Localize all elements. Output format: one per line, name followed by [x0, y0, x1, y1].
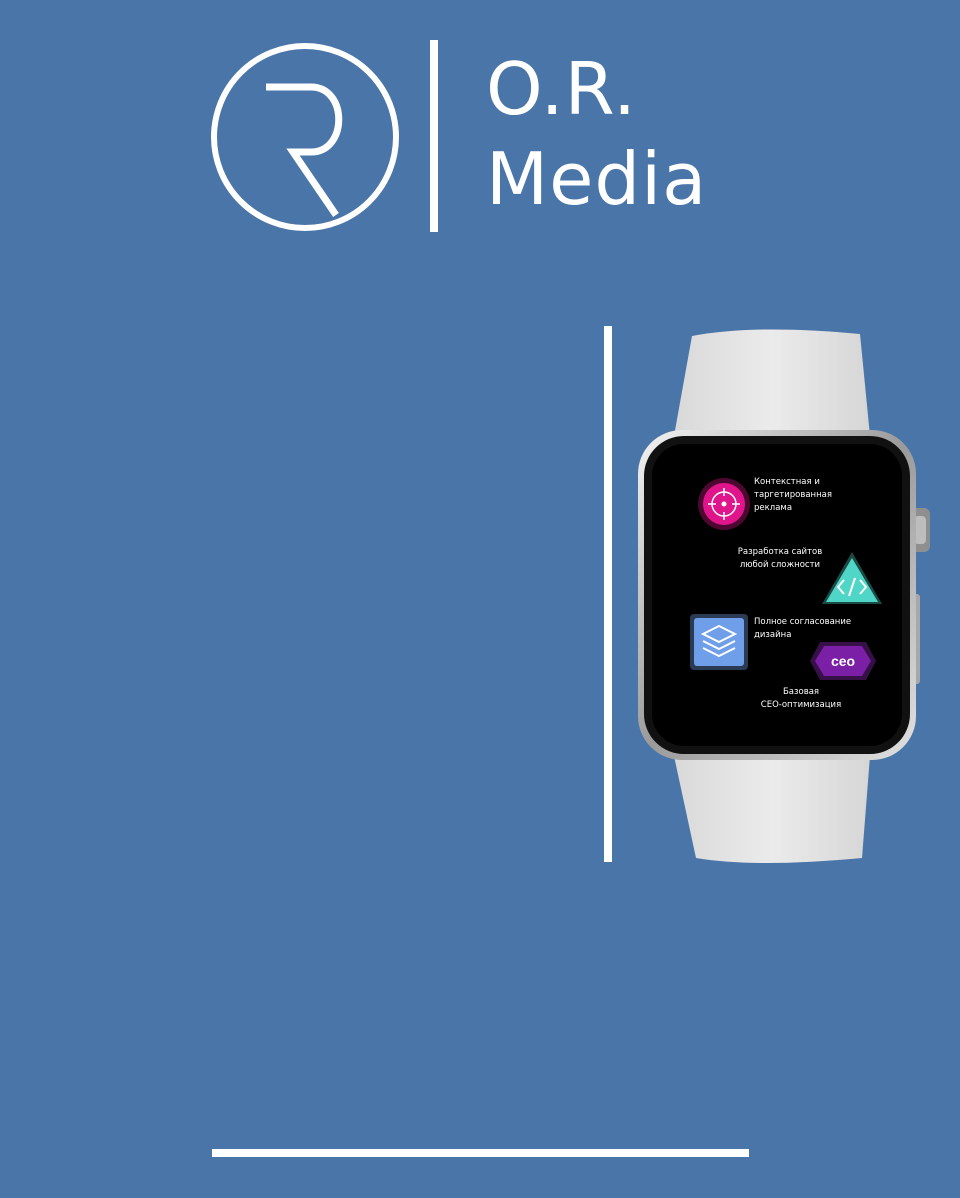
- vertical-divider: [604, 326, 612, 862]
- brand-line-1: O.R.: [486, 47, 637, 131]
- logo-divider: [430, 40, 438, 232]
- watch-screen: Контекстная и таргетированная реклама Ра…: [682, 462, 894, 724]
- brand-line-2: Media: [486, 137, 708, 221]
- target-icon: [698, 478, 750, 530]
- brand-name: O.R. Media: [486, 44, 707, 224]
- service-design-label: Полное согласование дизайна: [754, 617, 852, 640]
- layers-icon: [690, 614, 748, 670]
- horizontal-divider: [212, 1149, 749, 1157]
- service-web-label: Разработка сайтов любой сложности: [737, 547, 823, 570]
- logo: O.R. Media: [0, 0, 960, 260]
- ceo-badge-text: ceo: [830, 653, 856, 669]
- code-icon: [822, 552, 882, 604]
- r-logo-icon: [211, 43, 399, 231]
- service-seo-label: Базовая СЕО-оптимизация: [760, 687, 842, 710]
- service-ads-label: Контекстная и таргетированная реклама: [754, 477, 832, 513]
